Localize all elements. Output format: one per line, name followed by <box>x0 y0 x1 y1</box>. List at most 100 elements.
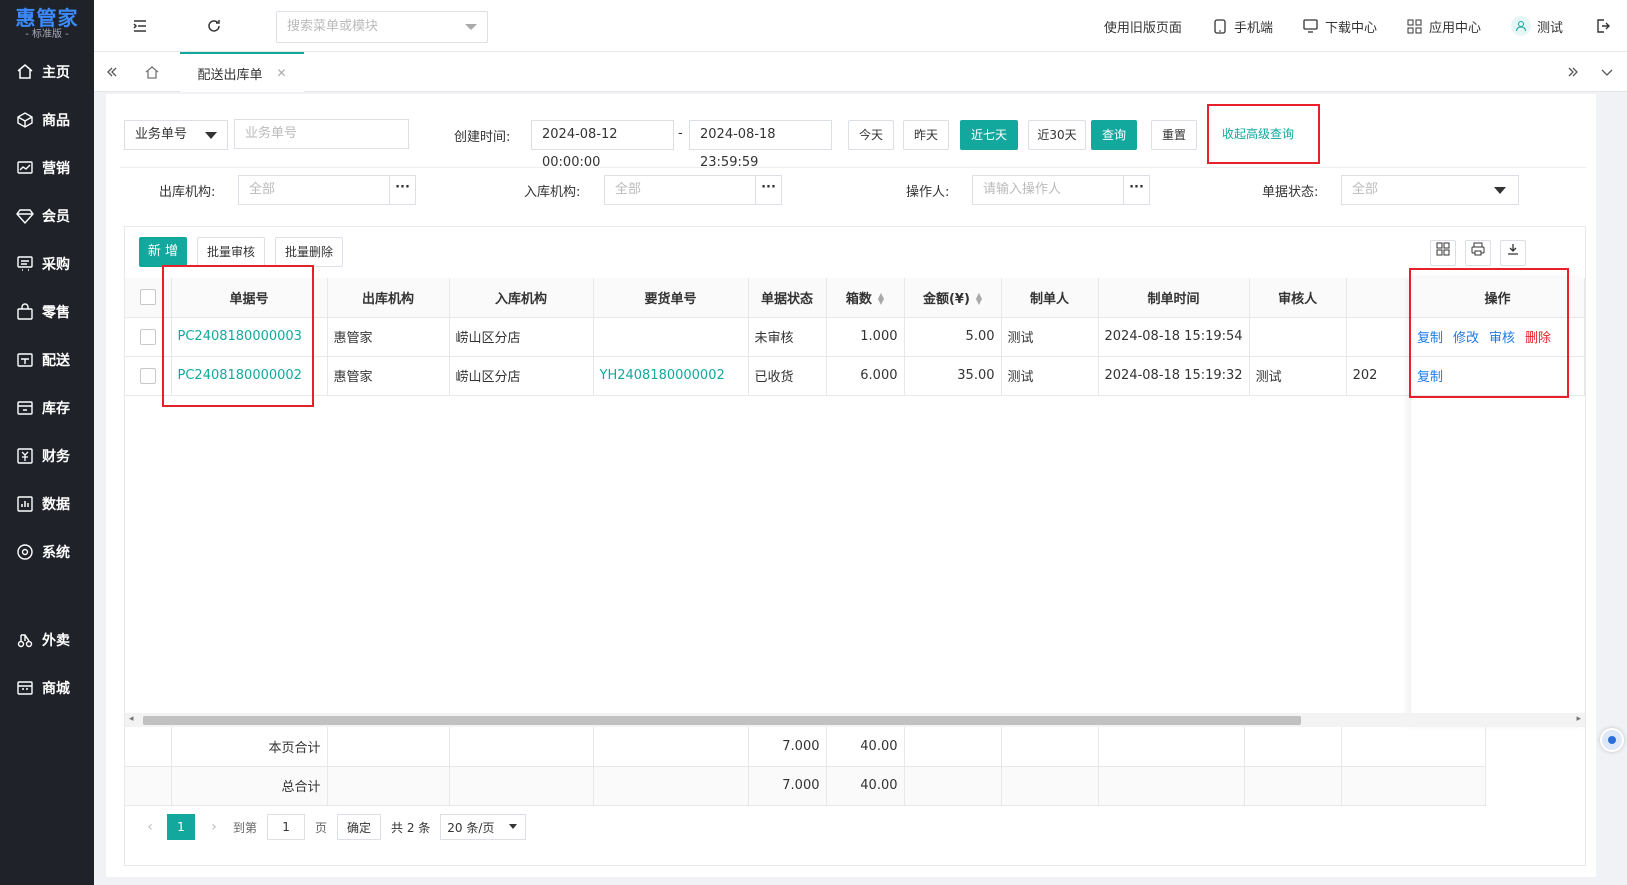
copy-link[interactable]: 复制 <box>1417 331 1443 346</box>
created-time-label: 创建时间: <box>454 130 511 145</box>
download-link[interactable]: 下载中心 <box>1303 17 1377 36</box>
home-tab-icon[interactable] <box>142 62 162 82</box>
last-30-days-button[interactable]: 近30天 <box>1028 120 1086 150</box>
printer-icon <box>1471 242 1485 259</box>
copy-link[interactable]: 复制 <box>1417 370 1443 385</box>
table-row[interactable]: PC2408180000002 惠管家 崂山区分店 YH2408180000002 已收… <box>125 356 1427 396</box>
user-menu[interactable]: 测试 <box>1510 16 1563 36</box>
select-all-checkbox[interactable] <box>139 289 156 306</box>
order-no-input[interactable]: 业务单号 <box>234 119 409 149</box>
sidebar-item-home[interactable]: 主页 <box>0 48 94 96</box>
table-header-row: 单据号 出库机构 入库机构 要货单号 单据状态 箱数 ▲ ▼ 金额(¥) ▲ ▼ 制单人… <box>125 278 1427 318</box>
sort-icon[interactable]: ▲ ▼ <box>976 292 982 306</box>
refresh-icon[interactable] <box>204 16 224 36</box>
goto-page-input[interactable]: 1 <box>267 814 306 840</box>
order-no-link[interactable]: PC2408180000002 <box>178 368 302 383</box>
status-label: 单据状态: <box>1262 185 1319 200</box>
col-amount[interactable]: 金额(¥) ▲ ▼ <box>904 278 1002 318</box>
page-unit-label: 页 <box>315 820 328 835</box>
col-boxes[interactable]: 箱数 ▲ ▼ <box>826 278 905 318</box>
horizontal-scrollbar[interactable]: ◂ ▸ <box>125 713 1585 727</box>
sort-icon[interactable]: ▲ ▼ <box>878 292 884 306</box>
chevron-down-icon <box>509 824 518 829</box>
operator-input[interactable]: 请输入操作人 ··· <box>972 175 1150 205</box>
last-7-days-button[interactable]: 近七天 <box>960 120 1018 150</box>
page-size-select[interactable]: 20 条/页 <box>440 814 527 840</box>
sidebar-item-finance[interactable]: 财务 <box>0 432 94 480</box>
batch-audit-button[interactable]: 批量审核 <box>197 237 265 267</box>
mobile-label: 手机端 <box>1233 20 1273 36</box>
sidebar-item-label: 营销 <box>42 161 70 177</box>
order-type-select[interactable]: 业务单号 <box>124 120 228 150</box>
operator-picker-button[interactable]: ··· <box>1123 176 1149 204</box>
menu-search-select[interactable]: 搜索菜单或模块 <box>276 11 488 43</box>
scroll-right-icon[interactable]: ▸ <box>1576 714 1581 724</box>
page-size-value: 20 条/页 <box>447 820 495 835</box>
sidebar-item-delivery[interactable]: 外卖 <box>0 616 94 664</box>
req-no-link-td: YH2408180000002 <box>593 356 749 396</box>
apps-link[interactable]: 应用中心 <box>1407 17 1481 36</box>
row-checkbox[interactable] <box>139 367 156 384</box>
sidebar-item-cube[interactable]: 商品 <box>0 96 94 144</box>
audit-link[interactable]: 审核 <box>1489 331 1515 346</box>
out-org-picker-button[interactable]: ··· <box>389 176 415 204</box>
table-row[interactable]: PC2408180000003 惠管家 崂山区分店 未审核 1.000 5.00 测试 202… <box>125 317 1427 357</box>
old-page-link[interactable]: 使用旧版页面 <box>1104 17 1182 36</box>
warehouse-icon <box>16 399 34 417</box>
delete-link[interactable]: 删除 <box>1525 331 1551 346</box>
sidebar-item-data[interactable]: 数据 <box>0 480 94 528</box>
reset-button[interactable]: 重置 <box>1151 120 1197 150</box>
page-1-button[interactable]: 1 <box>167 814 195 840</box>
sidebar-item-settings[interactable]: 系统 <box>0 528 94 576</box>
out-org-input[interactable]: 全部 ··· <box>238 175 416 205</box>
add-button[interactable]: 新 增 <box>139 237 187 267</box>
collapse-advanced-link[interactable]: 收起高级查询 <box>1211 120 1305 150</box>
today-button[interactable]: 今天 <box>848 120 894 150</box>
sidebar-item-diamond[interactable]: 会员 <box>0 192 94 240</box>
batch-delete-button[interactable]: 批量删除 <box>275 237 343 267</box>
sidebar-item-cart[interactable]: 采购 <box>0 240 94 288</box>
menu-fold-icon[interactable] <box>130 16 150 36</box>
in-org-picker-button[interactable]: ··· <box>755 176 781 204</box>
sidebar-item-label: 系统 <box>42 545 70 561</box>
in-org-input[interactable]: 全部 ··· <box>604 175 782 205</box>
prev-page-icon[interactable]: ‹ <box>139 819 161 835</box>
req-no-link-td <box>593 317 749 357</box>
divider <box>120 167 1586 168</box>
grid-icon <box>1436 242 1450 259</box>
sidebar-item-warehouse[interactable]: 库存 <box>0 384 94 432</box>
old-page-label: 使用旧版页面 <box>1103 20 1182 36</box>
sidebar-item-bag[interactable]: 零售 <box>0 288 94 336</box>
goto-confirm-button[interactable]: 确定 <box>337 814 382 840</box>
col-status: 单据状态 <box>748 278 827 318</box>
tab-delivery-outbound[interactable]: 配送出库单 ✕ <box>180 52 304 92</box>
auditor-cell-td <box>1249 317 1347 357</box>
sidebar-item-mall[interactable]: 商城 <box>0 664 94 712</box>
order-no-link[interactable]: PC2408180000003 <box>178 329 302 344</box>
req-no-link[interactable]: YH2408180000002 <box>600 368 725 383</box>
scrollbar-thumb[interactable] <box>143 716 1301 725</box>
column-settings-button[interactable] <box>1430 240 1456 266</box>
sidebar-item-chart[interactable]: 营销 <box>0 144 94 192</box>
mobile-link[interactable]: 手机端 <box>1212 17 1273 36</box>
query-button[interactable]: 查询 <box>1091 120 1137 150</box>
close-icon[interactable]: ✕ <box>276 66 286 80</box>
tabs-menu-chevron-icon[interactable] <box>1597 62 1617 82</box>
date-end-input[interactable]: 2024-08-18 23:59:59 <box>689 120 832 170</box>
tabs-scroll-left-icon[interactable] <box>102 62 122 82</box>
yesterday-button[interactable]: 昨天 <box>903 120 949 150</box>
sidebar-item-truck[interactable]: 配送 <box>0 336 94 384</box>
logout-icon[interactable] <box>1593 16 1613 36</box>
ops-row: 复制 修改 审核 删除 <box>1411 317 1585 357</box>
out-org-cell: 惠管家 <box>333 331 373 346</box>
row-checkbox[interactable] <box>139 328 156 345</box>
date-start-input[interactable]: 2024-08-12 00:00:00 <box>531 120 674 170</box>
edit-link[interactable]: 修改 <box>1453 331 1479 346</box>
export-button[interactable] <box>1500 240 1526 266</box>
status-select[interactable]: 全部 <box>1341 175 1519 205</box>
float-assistant-icon[interactable] <box>1600 728 1624 752</box>
scroll-left-icon[interactable]: ◂ <box>129 714 134 724</box>
print-button[interactable] <box>1465 240 1491 266</box>
next-page-icon[interactable]: › <box>201 819 227 835</box>
tabs-scroll-right-icon[interactable] <box>1563 62 1583 82</box>
